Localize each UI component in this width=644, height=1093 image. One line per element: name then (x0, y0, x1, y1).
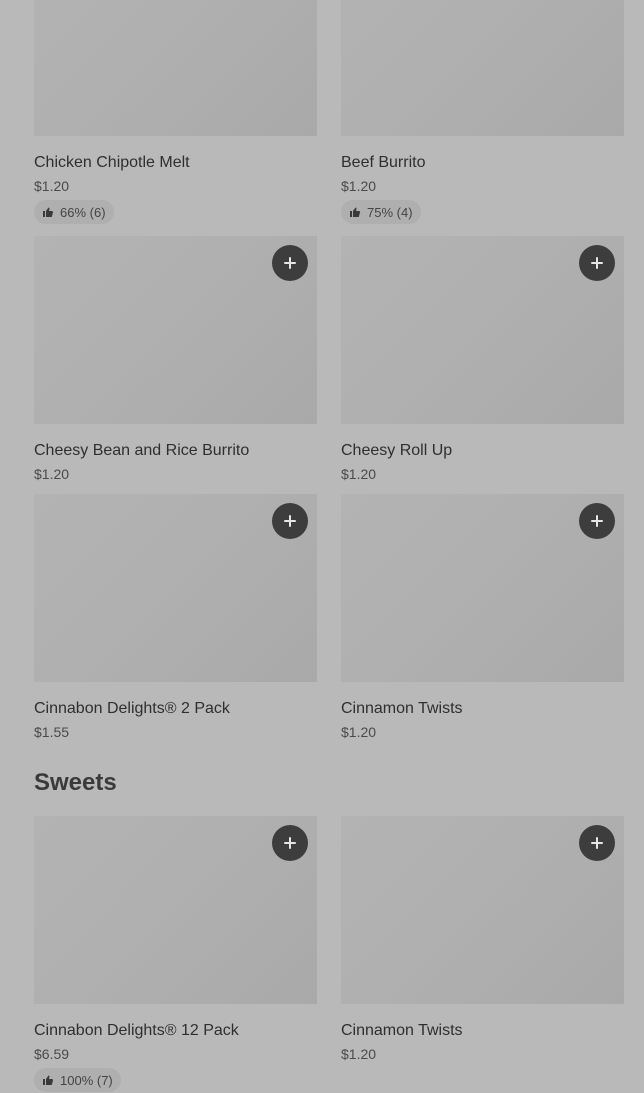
item-image[interactable] (341, 236, 624, 424)
plus-icon (284, 515, 296, 527)
item-price: $6.59 (34, 1046, 70, 1062)
menu-item-card[interactable]: Cinnamon Twists $1.20 (341, 816, 624, 1062)
add-item-button[interactable] (579, 825, 615, 861)
menu-item-card[interactable]: Cheesy Bean and Rice Burrito $1.20 (34, 236, 317, 482)
plus-icon (591, 837, 603, 849)
rating-text: 75% (4) (367, 204, 413, 220)
item-price: $1.55 (34, 724, 70, 740)
plus-icon (284, 837, 296, 849)
menu-item-card[interactable]: Cinnamon Twists $1.20 (341, 494, 624, 740)
rating-badge: 75% (4) (341, 200, 421, 224)
menu-item-card[interactable]: Cinnabon Delights® 12 Pack $6.59 100% (7… (34, 816, 317, 1092)
thumbs-up-icon (43, 1075, 54, 1085)
section-title: Sweets (34, 769, 117, 796)
item-name: Cheesy Roll Up (341, 442, 453, 459)
item-image[interactable] (34, 494, 317, 682)
item-image[interactable] (341, 0, 624, 136)
item-image[interactable] (34, 816, 317, 1004)
plus-icon (591, 257, 603, 269)
rating-text: 100% (7) (60, 1072, 113, 1088)
add-item-button[interactable] (272, 825, 308, 861)
item-name: Beef Burrito (341, 154, 426, 171)
item-name: Cinnabon Delights® 2 Pack (34, 700, 230, 717)
menu-item-card[interactable]: Cinnabon Delights® 2 Pack $1.55 (34, 494, 317, 740)
menu-item-card[interactable]: Beef Burrito $1.20 75% (4) (341, 0, 624, 224)
rating-badge: 100% (7) (34, 1068, 121, 1092)
item-price: $1.20 (341, 466, 377, 482)
plus-icon (284, 257, 296, 269)
rating-badge: 66% (6) (34, 200, 114, 224)
add-item-button[interactable] (272, 503, 308, 539)
item-name: Chicken Chipotle Melt (34, 154, 190, 171)
thumbs-up-icon (43, 207, 54, 217)
add-item-button[interactable] (579, 503, 615, 539)
thumbs-up-icon (350, 207, 361, 217)
item-price: $1.20 (34, 466, 70, 482)
item-price: $1.20 (341, 178, 377, 194)
menu-item-card[interactable]: Cheesy Roll Up $1.20 (341, 236, 624, 482)
item-image[interactable] (34, 0, 317, 136)
item-price: $1.20 (34, 178, 70, 194)
rating-text: 66% (6) (60, 204, 106, 220)
plus-icon (591, 515, 603, 527)
item-image[interactable] (341, 816, 624, 1004)
item-price: $1.20 (341, 724, 377, 740)
item-name: Cinnabon Delights® 12 Pack (34, 1022, 239, 1039)
item-image[interactable] (34, 236, 317, 424)
item-name: Cheesy Bean and Rice Burrito (34, 442, 250, 459)
item-price: $1.20 (341, 1046, 377, 1062)
menu-item-card[interactable]: Chicken Chipotle Melt $1.20 66% (6) (34, 0, 317, 224)
item-name: Cinnamon Twists (341, 1022, 463, 1039)
item-name: Cinnamon Twists (341, 700, 463, 717)
add-item-button[interactable] (579, 245, 615, 281)
add-item-button[interactable] (272, 245, 308, 281)
item-image[interactable] (341, 494, 624, 682)
